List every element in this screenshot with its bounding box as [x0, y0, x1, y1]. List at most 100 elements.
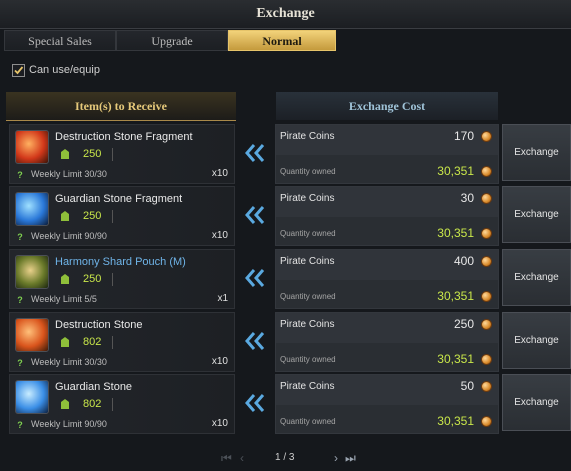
- cost-amount: 50: [460, 379, 474, 393]
- currency-name: Pirate Coins: [280, 131, 335, 142]
- item-name: Destruction Stone Fragment: [55, 131, 193, 143]
- weekly-limit: Weekly Limit 90/90: [31, 419, 107, 429]
- item-level-icon: [61, 211, 69, 221]
- weekly-limit: Weekly Limit 30/30: [31, 357, 107, 367]
- currency-name: Pirate Coins: [280, 381, 335, 392]
- pirate-coin-icon: [481, 291, 492, 302]
- cost-panel: Pirate Coins 170 Quantity owned 30,351: [275, 124, 499, 184]
- pirate-coin-icon: [481, 416, 492, 427]
- double-chevron-left-icon: [245, 332, 265, 350]
- item-level-icon: [61, 149, 69, 159]
- item-level-icon: [61, 399, 69, 409]
- pirate-coin-icon: [481, 131, 492, 142]
- double-chevron-left-icon: [245, 269, 265, 287]
- owned-label: Quantity owned: [280, 229, 336, 238]
- item-name: Harmony Shard Pouch (M): [55, 256, 186, 268]
- exchange-button[interactable]: Exchange: [502, 124, 571, 181]
- tab-normal[interactable]: Normal: [228, 30, 336, 51]
- item-level: 250: [83, 148, 102, 160]
- cost-panel: Pirate Coins 400 Quantity owned 30,351: [275, 249, 499, 309]
- item-name: Guardian Stone Fragment: [55, 193, 183, 205]
- exchange-button[interactable]: Exchange: [502, 249, 571, 306]
- destruction-stone-icon: [15, 318, 49, 352]
- harmony-shard-pouch-icon: [15, 255, 49, 289]
- window-title: Exchange: [256, 6, 315, 21]
- item-quantity: x10: [211, 168, 228, 179]
- question-icon[interactable]: ?: [15, 358, 25, 368]
- owned-label: Quantity owned: [280, 167, 336, 176]
- item-panel[interactable]: Destruction Stone 802 ? Weekly Limit 30/…: [9, 312, 235, 372]
- divider: [112, 148, 113, 161]
- pirate-coin-icon: [481, 166, 492, 177]
- exchange-row: Guardian Stone Fragment 250 ? Weekly Lim…: [0, 186, 571, 246]
- can-use-checkbox[interactable]: [12, 64, 25, 77]
- double-chevron-left-icon: [245, 394, 265, 412]
- question-icon[interactable]: ?: [15, 232, 25, 242]
- item-panel[interactable]: Guardian Stone Fragment 250 ? Weekly Lim…: [9, 186, 235, 246]
- divider: [112, 210, 113, 223]
- pirate-coin-icon: [481, 381, 492, 392]
- last-page-icon[interactable]: ⏭: [345, 451, 356, 466]
- destruction-stone-fragment-icon: [15, 130, 49, 164]
- tab-bar: Special Sales Upgrade Normal: [4, 30, 567, 52]
- divider: [112, 398, 113, 411]
- divider: [112, 273, 113, 286]
- exchange-row: Harmony Shard Pouch (M) 250 ? Weekly Lim…: [0, 249, 571, 309]
- exchange-button[interactable]: Exchange: [502, 312, 571, 369]
- question-icon[interactable]: ?: [15, 420, 25, 430]
- item-level: 802: [83, 398, 102, 410]
- item-quantity: x10: [211, 356, 228, 367]
- tab-upgrade[interactable]: Upgrade: [116, 30, 228, 51]
- question-icon[interactable]: ?: [15, 295, 25, 305]
- exchange-button[interactable]: Exchange: [502, 186, 571, 243]
- currency-name: Pirate Coins: [280, 193, 335, 204]
- owned-amount: 30,351: [437, 352, 474, 366]
- tab-special-sales[interactable]: Special Sales: [4, 30, 116, 51]
- owned-label: Quantity owned: [280, 292, 336, 301]
- item-level: 250: [83, 273, 102, 285]
- cost-panel: Pirate Coins 50 Quantity owned 30,351: [275, 374, 499, 434]
- cost-panel: Pirate Coins 30 Quantity owned 30,351: [275, 186, 499, 246]
- divider: [112, 336, 113, 349]
- currency-name: Pirate Coins: [280, 319, 335, 330]
- owned-label: Quantity owned: [280, 417, 336, 426]
- owned-amount: 30,351: [437, 164, 474, 178]
- pagination: ⏮ ‹ 1 / 3 › ⏭: [0, 446, 571, 470]
- item-level-icon: [61, 274, 69, 284]
- exchange-row: Guardian Stone 802 ? Weekly Limit 90/90 …: [0, 374, 571, 434]
- item-panel[interactable]: Guardian Stone 802 ? Weekly Limit 90/90 …: [9, 374, 235, 434]
- cost-amount: 250: [453, 317, 474, 331]
- owned-amount: 30,351: [437, 289, 474, 303]
- cost-panel: Pirate Coins 250 Quantity owned 30,351: [275, 312, 499, 372]
- item-level-icon: [61, 337, 69, 347]
- next-page-icon[interactable]: ›: [334, 451, 338, 465]
- owned-amount: 30,351: [437, 226, 474, 240]
- checkmark-icon: [14, 66, 24, 75]
- owned-amount: 30,351: [437, 414, 474, 428]
- double-chevron-left-icon: [245, 206, 265, 224]
- item-panel[interactable]: Harmony Shard Pouch (M) 250 ? Weekly Lim…: [9, 249, 235, 309]
- item-level: 250: [83, 210, 102, 222]
- exchange-row: Destruction Stone 802 ? Weekly Limit 30/…: [0, 312, 571, 372]
- exchange-row: Destruction Stone Fragment 250 ? Weekly …: [0, 124, 571, 184]
- double-chevron-left-icon: [245, 144, 265, 162]
- page-indicator: 1 / 3: [275, 452, 295, 463]
- owned-label: Quantity owned: [280, 355, 336, 364]
- question-icon[interactable]: ?: [15, 170, 25, 180]
- cost-header: Exchange Cost: [276, 92, 498, 120]
- first-page-icon[interactable]: ⏮: [221, 451, 232, 466]
- pirate-coin-icon: [481, 354, 492, 365]
- guardian-stone-icon: [15, 380, 49, 414]
- prev-page-icon[interactable]: ‹: [240, 451, 244, 465]
- pirate-coin-icon: [481, 228, 492, 239]
- weekly-limit: Weekly Limit 5/5: [31, 294, 97, 304]
- currency-name: Pirate Coins: [280, 256, 335, 267]
- item-name: Destruction Stone: [55, 319, 143, 331]
- cost-amount: 170: [453, 129, 474, 143]
- window-titlebar: Exchange: [0, 0, 571, 29]
- item-panel[interactable]: Destruction Stone Fragment 250 ? Weekly …: [9, 124, 235, 184]
- can-use-label: Can use/equip: [29, 64, 100, 76]
- exchange-button[interactable]: Exchange: [502, 374, 571, 431]
- item-level: 802: [83, 336, 102, 348]
- weekly-limit: Weekly Limit 30/30: [31, 169, 107, 179]
